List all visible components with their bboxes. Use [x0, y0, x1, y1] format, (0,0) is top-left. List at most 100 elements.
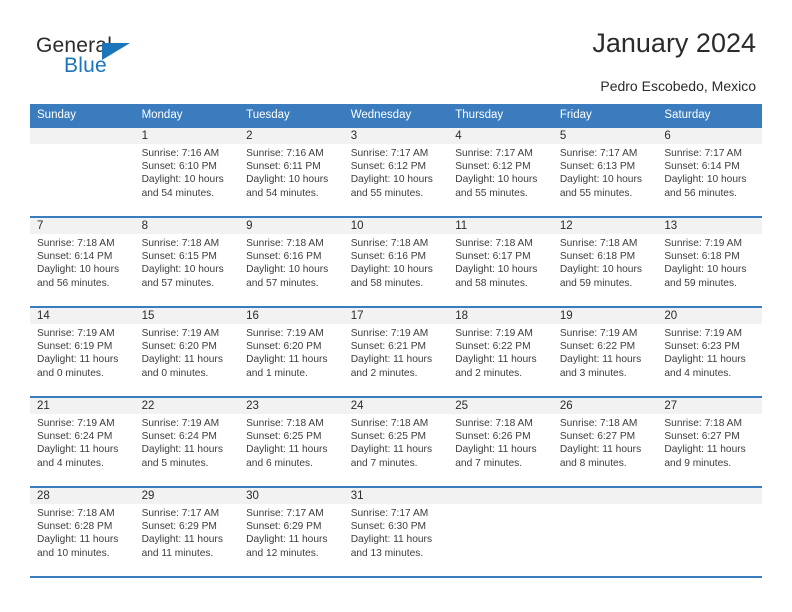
daylight-text-line2: and 0 minutes. — [141, 367, 209, 379]
day-cell[interactable]: 8 Sunrise: 7:18 AM Sunset: 6:15 PM Dayli… — [134, 216, 240, 307]
day-cell[interactable]: 11 Sunrise: 7:18 AM Sunset: 6:17 PM Dayl… — [448, 216, 553, 307]
day-cell[interactable]: 17 Sunrise: 7:19 AM Sunset: 6:21 PM Dayl… — [343, 306, 449, 397]
week-row: 14 Sunrise: 7:19 AM Sunset: 6:19 PM Dayl… — [30, 306, 762, 397]
day-cell[interactable] — [657, 486, 762, 578]
daylight-text-line1: Daylight: 10 hours — [246, 174, 329, 186]
day-number: 23 — [239, 398, 344, 414]
sunrise-text: Sunrise: 7:19 AM — [350, 328, 429, 339]
daylight-text-line2: and 7 minutes. — [455, 457, 523, 469]
sunrise-text: Sunrise: 7:19 AM — [141, 418, 220, 429]
day-cell[interactable] — [552, 486, 658, 578]
day-cell[interactable] — [30, 126, 135, 217]
day-cell[interactable]: 19 Sunrise: 7:19 AM Sunset: 6:22 PM Dayl… — [552, 306, 658, 397]
sunset-text: Sunset: 6:29 PM — [141, 521, 217, 533]
day-cell[interactable]: 14 Sunrise: 7:19 AM Sunset: 6:19 PM Dayl… — [30, 306, 135, 397]
sunset-text: Sunset: 6:27 PM — [664, 431, 740, 443]
daylight-text-line2: and 0 minutes. — [37, 367, 104, 379]
day-number: 10 — [343, 218, 449, 234]
daylight-text-line1: Daylight: 10 hours — [559, 174, 642, 186]
day-cell[interactable]: 29 Sunrise: 7:17 AM Sunset: 6:29 PM Dayl… — [134, 486, 240, 578]
day-cell[interactable]: 30 Sunrise: 7:17 AM Sunset: 6:29 PM Dayl… — [239, 486, 344, 578]
daylight-text-line2: and 58 minutes. — [350, 277, 424, 289]
daylight-text-line1: Daylight: 10 hours — [141, 174, 224, 186]
day-cell[interactable]: 16 Sunrise: 7:19 AM Sunset: 6:20 PM Dayl… — [239, 306, 344, 397]
sunset-text: Sunset: 6:21 PM — [350, 341, 427, 353]
sunrise-text: Sunrise: 7:17 AM — [559, 148, 638, 159]
sunrise-text: Sunrise: 7:19 AM — [37, 328, 115, 339]
weekday-header-sunday: Sunday — [30, 104, 135, 127]
day-number: 1 — [134, 128, 240, 144]
sunrise-text: Sunrise: 7:18 AM — [455, 238, 533, 249]
daylight-text-line2: and 59 minutes. — [559, 277, 633, 289]
sunrise-text: Sunrise: 7:18 AM — [246, 238, 324, 249]
day-info: Sunrise: 7:18 AM Sunset: 6:16 PM Dayligh… — [344, 234, 449, 290]
sunrise-text: Sunrise: 7:19 AM — [455, 328, 533, 339]
sunset-text: Sunset: 6:20 PM — [246, 341, 322, 353]
day-cell[interactable]: 13 Sunrise: 7:19 AM Sunset: 6:18 PM Dayl… — [657, 216, 762, 307]
calendar-header-row: Sunday Monday Tuesday Wednesday Thursday… — [30, 104, 762, 127]
day-cell[interactable]: 24 Sunrise: 7:18 AM Sunset: 6:25 PM Dayl… — [343, 396, 449, 487]
sunset-text: Sunset: 6:28 PM — [37, 521, 113, 533]
day-number — [552, 488, 658, 504]
day-cell[interactable]: 5 Sunrise: 7:17 AM Sunset: 6:13 PM Dayli… — [552, 126, 658, 217]
sunset-text: Sunset: 6:26 PM — [455, 431, 531, 443]
day-number: 8 — [134, 218, 240, 234]
day-cell[interactable]: 26 Sunrise: 7:18 AM Sunset: 6:27 PM Dayl… — [552, 396, 658, 487]
day-number: 17 — [343, 308, 449, 324]
day-cell[interactable]: 23 Sunrise: 7:18 AM Sunset: 6:25 PM Dayl… — [239, 396, 344, 487]
sunset-text: Sunset: 6:27 PM — [559, 431, 636, 443]
daylight-text-line1: Daylight: 11 hours — [455, 354, 537, 366]
day-cell[interactable]: 7 Sunrise: 7:18 AM Sunset: 6:14 PM Dayli… — [30, 216, 135, 307]
day-cell[interactable]: 15 Sunrise: 7:19 AM Sunset: 6:20 PM Dayl… — [134, 306, 240, 397]
day-info: Sunrise: 7:18 AM Sunset: 6:15 PM Dayligh… — [135, 234, 240, 290]
general-blue-logo: General Blue — [36, 34, 236, 86]
sunrise-text: Sunrise: 7:19 AM — [246, 328, 324, 339]
day-cell[interactable]: 2 Sunrise: 7:16 AM Sunset: 6:11 PM Dayli… — [239, 126, 344, 217]
day-cell[interactable]: 3 Sunrise: 7:17 AM Sunset: 6:12 PM Dayli… — [343, 126, 449, 217]
sunset-text: Sunset: 6:18 PM — [664, 251, 740, 263]
daylight-text-line1: Daylight: 11 hours — [37, 354, 119, 366]
day-cell[interactable]: 18 Sunrise: 7:19 AM Sunset: 6:22 PM Dayl… — [448, 306, 553, 397]
day-cell[interactable]: 20 Sunrise: 7:19 AM Sunset: 6:23 PM Dayl… — [657, 306, 762, 397]
day-number: 5 — [552, 128, 658, 144]
day-info: Sunrise: 7:18 AM Sunset: 6:27 PM Dayligh… — [553, 414, 658, 470]
day-cell[interactable]: 21 Sunrise: 7:19 AM Sunset: 6:24 PM Dayl… — [30, 396, 135, 487]
sunset-text: Sunset: 6:12 PM — [455, 161, 531, 173]
day-cell[interactable] — [448, 486, 553, 578]
daylight-text-line2: and 54 minutes. — [246, 187, 319, 199]
daylight-text-line1: Daylight: 10 hours — [664, 264, 747, 276]
sunset-text: Sunset: 6:15 PM — [141, 251, 217, 263]
day-info: Sunrise: 7:18 AM Sunset: 6:25 PM Dayligh… — [239, 414, 344, 470]
daylight-text-line1: Daylight: 11 hours — [350, 354, 433, 366]
weekday-header-monday: Monday — [134, 104, 240, 127]
daylight-text-line1: Daylight: 11 hours — [37, 444, 119, 456]
day-cell[interactable]: 10 Sunrise: 7:18 AM Sunset: 6:16 PM Dayl… — [343, 216, 449, 307]
day-cell[interactable]: 12 Sunrise: 7:18 AM Sunset: 6:18 PM Dayl… — [552, 216, 658, 307]
day-info: Sunrise: 7:19 AM Sunset: 6:24 PM Dayligh… — [30, 414, 135, 470]
day-cell[interactable]: 6 Sunrise: 7:17 AM Sunset: 6:14 PM Dayli… — [657, 126, 762, 217]
day-cell[interactable]: 25 Sunrise: 7:18 AM Sunset: 6:26 PM Dayl… — [448, 396, 553, 487]
day-cell[interactable]: 31 Sunrise: 7:17 AM Sunset: 6:30 PM Dayl… — [343, 486, 449, 578]
sunset-text: Sunset: 6:25 PM — [246, 431, 322, 443]
day-cell[interactable]: 9 Sunrise: 7:18 AM Sunset: 6:16 PM Dayli… — [239, 216, 344, 307]
daylight-text-line2: and 2 minutes. — [350, 367, 418, 379]
day-cell[interactable]: 22 Sunrise: 7:19 AM Sunset: 6:24 PM Dayl… — [134, 396, 240, 487]
day-cell[interactable]: 1 Sunrise: 7:16 AM Sunset: 6:10 PM Dayli… — [134, 126, 240, 217]
day-number: 6 — [657, 128, 762, 144]
sunset-text: Sunset: 6:24 PM — [141, 431, 217, 443]
sunset-text: Sunset: 6:16 PM — [246, 251, 322, 263]
day-info: Sunrise: 7:19 AM Sunset: 6:20 PM Dayligh… — [239, 324, 344, 380]
day-cell[interactable]: 28 Sunrise: 7:18 AM Sunset: 6:28 PM Dayl… — [30, 486, 135, 578]
day-info: Sunrise: 7:17 AM Sunset: 6:30 PM Dayligh… — [344, 504, 449, 560]
daylight-text-line1: Daylight: 10 hours — [559, 264, 642, 276]
page-title: January 2024 — [592, 28, 756, 58]
day-cell[interactable]: 4 Sunrise: 7:17 AM Sunset: 6:12 PM Dayli… — [448, 126, 553, 217]
sunrise-text: Sunrise: 7:18 AM — [37, 508, 115, 519]
daylight-text-line2: and 55 minutes. — [559, 187, 633, 199]
daylight-text-line2: and 4 minutes. — [664, 367, 732, 379]
day-info: Sunrise: 7:18 AM Sunset: 6:28 PM Dayligh… — [30, 504, 135, 560]
day-cell[interactable]: 27 Sunrise: 7:18 AM Sunset: 6:27 PM Dayl… — [657, 396, 762, 487]
sunrise-text: Sunrise: 7:19 AM — [664, 238, 742, 249]
calendar-table: Sunday Monday Tuesday Wednesday Thursday… — [30, 104, 762, 578]
daylight-text-line1: Daylight: 10 hours — [246, 264, 329, 276]
